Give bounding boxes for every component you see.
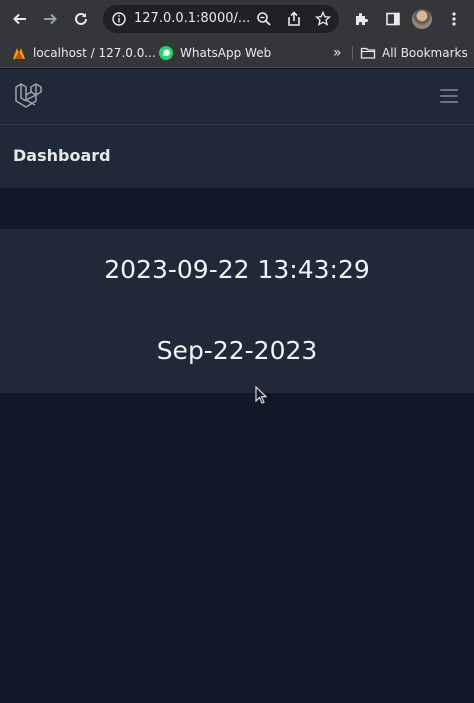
datetime-display: 2023-09-22 13:43:29 — [104, 255, 370, 284]
zoom-icon[interactable] — [256, 11, 272, 27]
all-bookmarks-label: All Bookmarks — [382, 46, 468, 60]
all-bookmarks-button[interactable]: All Bookmarks — [360, 44, 468, 62]
bookmark-star-icon[interactable] — [315, 11, 331, 27]
back-arrow-icon[interactable] — [8, 7, 32, 31]
browser-toolbar: 127.0.0.1:8000/... — [0, 0, 474, 38]
profile-avatar[interactable] — [412, 9, 432, 29]
app-navbar — [0, 69, 474, 125]
hamburger-menu-icon[interactable] — [440, 89, 458, 105]
side-panel-icon[interactable] — [381, 7, 405, 31]
bookmarks-divider — [352, 46, 353, 60]
forward-arrow-icon[interactable] — [38, 7, 62, 31]
bookmark-label: localhost / 127.0.0... — [33, 46, 156, 60]
share-icon[interactable] — [286, 11, 302, 27]
bookmarks-bar: localhost / 127.0.0... WhatsApp Web » Al… — [0, 38, 474, 68]
page-header: Dashboard — [0, 125, 474, 188]
bookmark-label: WhatsApp Web — [180, 46, 272, 60]
content-card: 2023-09-22 13:43:29 Sep-22-2023 — [0, 229, 474, 393]
url-text[interactable]: 127.0.0.1:8000/... — [134, 11, 250, 26]
reload-icon[interactable] — [69, 7, 93, 31]
extensions-icon[interactable] — [350, 7, 374, 31]
bookmarks-overflow-button[interactable]: » — [333, 44, 342, 62]
date-display: Sep-22-2023 — [156, 336, 318, 365]
bookmark-phpmyadmin[interactable]: localhost / 127.0.0... — [11, 44, 156, 62]
page-title: Dashboard — [13, 146, 111, 165]
whatsapp-icon — [159, 46, 173, 60]
laravel-logo-icon[interactable] — [14, 83, 44, 111]
bookmark-whatsapp[interactable]: WhatsApp Web — [158, 44, 271, 62]
kebab-menu-icon[interactable] — [442, 7, 466, 31]
mouse-cursor-icon — [255, 386, 267, 404]
site-info-icon[interactable] — [112, 12, 126, 26]
folder-icon — [360, 47, 376, 59]
address-bar[interactable]: 127.0.0.1:8000/... — [103, 5, 339, 33]
phpmyadmin-icon — [13, 48, 25, 59]
